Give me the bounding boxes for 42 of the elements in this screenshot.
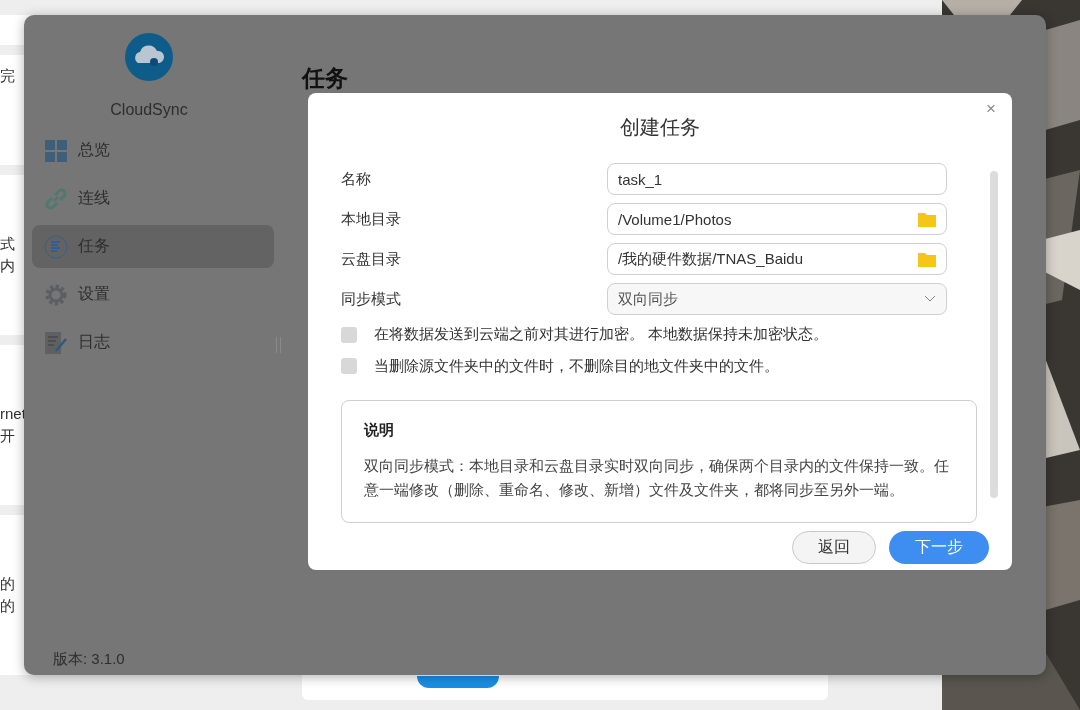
grid-icon (44, 138, 68, 163)
page-title: 任务 (302, 66, 348, 91)
card-text: 内 (0, 256, 15, 276)
sidebar-item[interactable]: 连线 (32, 177, 274, 220)
card-text: 开 (0, 426, 15, 446)
notepad-icon (44, 330, 68, 355)
card-text: 的 (0, 574, 15, 594)
card-text: 式 (0, 234, 15, 254)
cloud-logo-icon (125, 33, 173, 81)
checkbox-label: 当删除源文件夹中的文件时，不删除目的地文件夹中的文件。 (374, 356, 779, 376)
note-title: 说明 (364, 421, 394, 440)
back-button[interactable]: 返回 (792, 531, 876, 564)
folder-icon (918, 251, 936, 267)
app-name: CloudSync (110, 101, 188, 119)
install-button[interactable] (417, 676, 499, 688)
input-field[interactable]: /Volume1/Photos (607, 203, 947, 235)
dialog-title: 创建任务 (620, 115, 700, 140)
checkbox-label: 在将数据发送到云端之前对其进行加密。 本地数据保持未加密状态。 (374, 325, 829, 345)
note-text: 双向同步模式：本地目录和云盘目录实时双向同步，确保两个目录内的文件保持一致。任意一端修改（删除、重命名、修改、新增）文件及文件夹，都将同步至另外一端。 (364, 457, 950, 500)
field-label: 云盘目录 (341, 249, 402, 269)
list-icon (44, 234, 68, 259)
field-label: 同步模式 (341, 289, 402, 309)
next-button[interactable]: 下一步 (889, 531, 989, 564)
field-label: 名称 (341, 169, 372, 189)
sidebar-item[interactable]: 总览 (32, 129, 274, 172)
field-label: 本地目录 (341, 209, 402, 229)
input-field[interactable]: /我的硬件数据/TNAS_Baidu (607, 243, 947, 275)
card-text: 的 (0, 596, 15, 616)
version-text: 版本: 3.1.0 (53, 650, 125, 669)
close-button[interactable]: × (982, 97, 1000, 121)
chevron-down-icon (924, 295, 936, 303)
scrollbar[interactable] (990, 171, 998, 498)
input-field[interactable]: task_1 (607, 163, 947, 195)
gear-icon (44, 282, 68, 307)
checkbox[interactable] (341, 326, 357, 343)
link-icon (44, 186, 68, 211)
card-text: 完 (0, 66, 15, 86)
sidebar-item[interactable]: 设置 (32, 273, 274, 316)
sidebar-item[interactable]: 日志 (32, 321, 274, 364)
folder-icon (918, 211, 936, 227)
select-field[interactable]: 双向同步 (607, 283, 947, 315)
checkbox[interactable] (341, 358, 357, 375)
